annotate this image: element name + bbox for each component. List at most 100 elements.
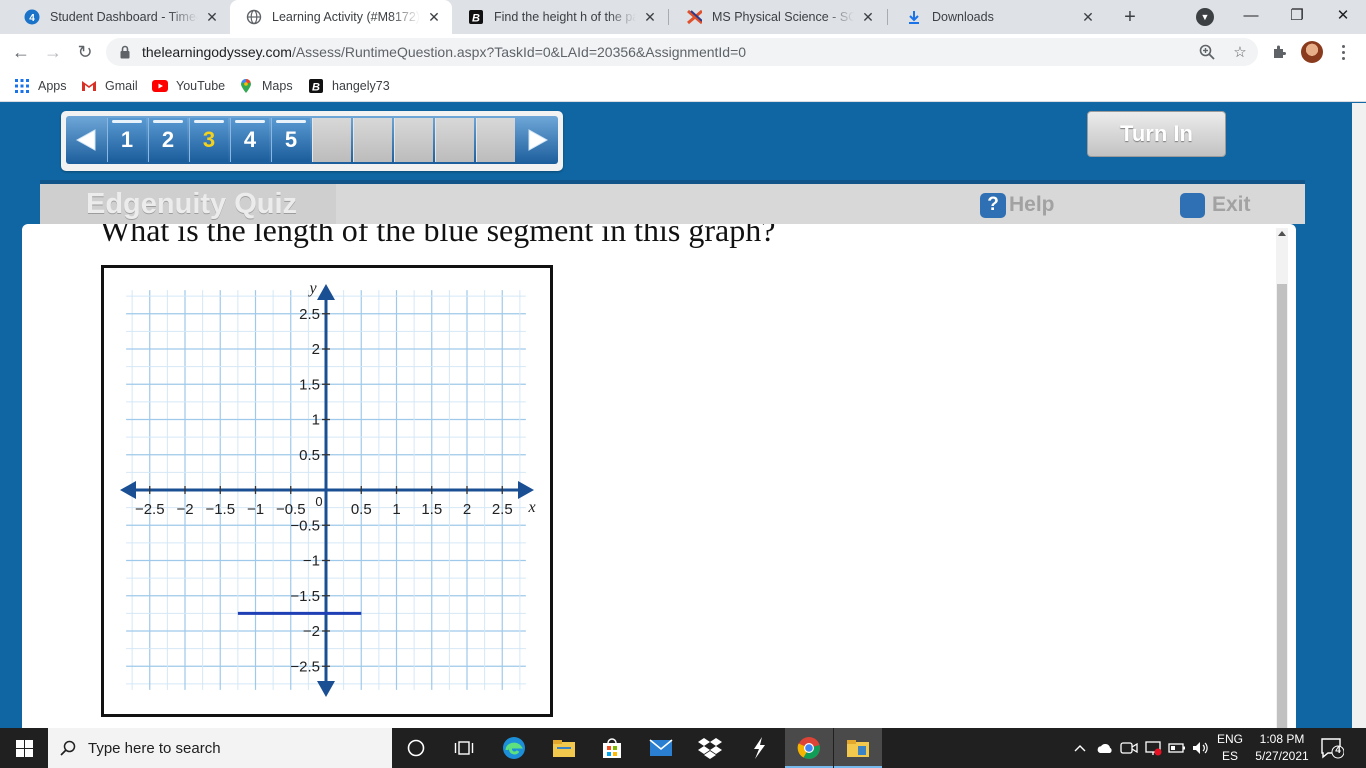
address-bar[interactable]: thelearningodyssey.com/Assess/RuntimeQue… [106, 38, 1258, 66]
help-label: Help [1009, 193, 1055, 216]
reload-icon[interactable]: ↻ [72, 39, 98, 65]
winamp-icon[interactable] [735, 728, 783, 768]
close-tab-icon[interactable]: ✕ [860, 9, 876, 25]
y-tick-label: −1 [303, 553, 320, 570]
svg-text:4: 4 [29, 13, 35, 24]
battery-icon[interactable] [1166, 728, 1188, 768]
bookmark-apps[interactable]: Apps [14, 76, 67, 96]
close-tab-icon[interactable]: ✕ [204, 9, 220, 25]
input-language-indicator[interactable]: ENG ES [1212, 731, 1248, 765]
profile-avatar[interactable] [1301, 41, 1323, 63]
show-hidden-icons-icon[interactable] [1070, 728, 1090, 768]
time4learning-icon: 4 [24, 9, 40, 25]
bookmark-maps[interactable]: Maps [238, 76, 293, 96]
help-button[interactable]: ? Help [980, 192, 1055, 218]
mail-icon[interactable] [637, 728, 685, 768]
chrome-menu-icon[interactable] [1333, 41, 1353, 63]
question-number-5[interactable]: 5 [271, 118, 310, 162]
question-number-2[interactable]: 2 [148, 118, 187, 162]
forward-icon[interactable]: → [40, 39, 66, 65]
new-tab-button[interactable]: + [1118, 5, 1142, 29]
x-axis-arrow-left [120, 481, 136, 499]
cortana-icon[interactable] [392, 728, 440, 768]
question-text: What is the length of the blue segment i… [100, 224, 776, 248]
onedrive-icon[interactable] [1094, 728, 1116, 768]
tab-downloads[interactable]: Downloads ✕ [890, 0, 1106, 34]
exit-label: Exit [1212, 193, 1251, 216]
bookmark-gmail[interactable]: Gmail [81, 76, 138, 96]
back-icon[interactable]: ← [8, 39, 34, 65]
notification-count: 4 [1335, 745, 1341, 756]
download-icon [906, 9, 922, 25]
close-tab-icon[interactable]: ✕ [426, 9, 442, 25]
turn-in-button[interactable]: Turn In [1087, 111, 1226, 157]
origin-label: 0 [315, 494, 322, 509]
content-scrollbar[interactable] [1276, 228, 1288, 728]
close-window-icon[interactable]: ✕ [1320, 0, 1366, 30]
tab-find-height[interactable]: B Find the height h of the parallelogram… [452, 0, 668, 34]
bookmark-youtube[interactable]: YouTube [152, 76, 225, 96]
brainly-icon: B [308, 78, 324, 94]
empty-question-slot [476, 118, 515, 162]
x-tick-label: 2 [463, 501, 471, 518]
tab-title: Downloads [932, 10, 994, 24]
tab-search-icon[interactable]: ▼ [1196, 8, 1214, 26]
extensions-puzzle-icon[interactable] [1269, 42, 1289, 62]
tab-ms-physical-science[interactable]: MS Physical Science - SC3208 ✕ [670, 0, 886, 34]
y-axis-arrow-down [317, 681, 335, 697]
tab-title: Learning Activity (#M8172) Math [272, 10, 420, 24]
network-disconnected-icon[interactable] [1142, 728, 1164, 768]
chrome-icon[interactable] [785, 728, 833, 768]
minimize-icon[interactable]: — [1228, 0, 1274, 30]
quiz-header-bar: Edgenuity Quiz ? Help Exit [40, 180, 1305, 224]
taskbar-search[interactable]: Type here to search [48, 728, 392, 768]
url-path: /Assess/RuntimeQuestion.aspx?TaskId=0&LA… [291, 44, 747, 60]
task-view-icon[interactable] [440, 728, 488, 768]
bookmark-star-icon[interactable]: ☆ [1230, 42, 1250, 62]
edge-icon[interactable] [490, 728, 538, 768]
dropbox-icon[interactable] [686, 728, 734, 768]
restore-icon[interactable]: ❐ [1274, 0, 1320, 30]
url-text: thelearningodyssey.com/Assess/RuntimeQue… [142, 44, 746, 60]
scroll-up-arrow-icon[interactable] [1278, 231, 1286, 236]
x-tick-label: 0.5 [351, 501, 372, 518]
question-number-1[interactable]: 1 [107, 118, 146, 162]
clock-date: 5/27/2021 [1255, 749, 1309, 763]
tab-title: Find the height h of the parallelogram [494, 10, 636, 24]
taskbar-clock[interactable]: 1:08 PM 5/27/2021 [1250, 731, 1314, 765]
page-scrollbar[interactable] [1352, 103, 1366, 728]
x-tick-label: −2 [176, 501, 193, 518]
globe-icon [246, 9, 262, 25]
close-tab-icon[interactable]: ✕ [642, 9, 658, 25]
close-tab-icon[interactable]: ✕ [1080, 9, 1096, 25]
left-arrow-icon [75, 129, 96, 151]
previous-question-button[interactable] [66, 116, 106, 164]
scrollbar-thumb[interactable] [1277, 284, 1287, 728]
notification-center-icon[interactable]: 4 [1320, 737, 1345, 759]
quiz-title: Edgenuity Quiz [86, 188, 298, 220]
next-question-button[interactable] [518, 116, 558, 164]
tab-strip: 4 Student Dashboard - Time4Learning ✕ Le… [0, 0, 1366, 34]
graph-figure: −2.5 −2 −1.5 −1 −0.5 0.5 1 1.5 2 2.5 2.5 2 1.5 1 0.5 −0… [101, 265, 553, 717]
brainly-icon: B [468, 9, 484, 25]
x-tick-label: 2.5 [492, 501, 513, 518]
url-domain: thelearningodyssey.com [142, 44, 292, 60]
bookmark-label: Gmail [105, 79, 138, 93]
tab-student-dashboard[interactable]: 4 Student Dashboard - Time4Learning ✕ [8, 0, 230, 34]
lock-icon [120, 45, 130, 59]
start-button[interactable] [0, 728, 48, 768]
volume-icon[interactable] [1190, 728, 1212, 768]
question-number-3[interactable]: 3 [189, 118, 228, 162]
y-axis-label: y [307, 280, 317, 297]
tab-learning-activity[interactable]: Learning Activity (#M8172) Math ✕ [230, 0, 452, 34]
question-navigator-bar: 1 2 3 4 5 [66, 116, 558, 164]
zoom-icon[interactable] [1197, 42, 1217, 62]
explorer-folder-icon[interactable] [834, 728, 882, 768]
exit-button[interactable]: Exit [1180, 192, 1251, 218]
windows-logo-icon [15, 739, 33, 757]
meet-now-icon[interactable] [1118, 728, 1140, 768]
bookmark-hangely73[interactable]: B hangely73 [308, 76, 390, 96]
file-explorer-icon[interactable] [540, 728, 588, 768]
store-icon[interactable] [588, 728, 636, 768]
question-number-4[interactable]: 4 [230, 118, 269, 162]
